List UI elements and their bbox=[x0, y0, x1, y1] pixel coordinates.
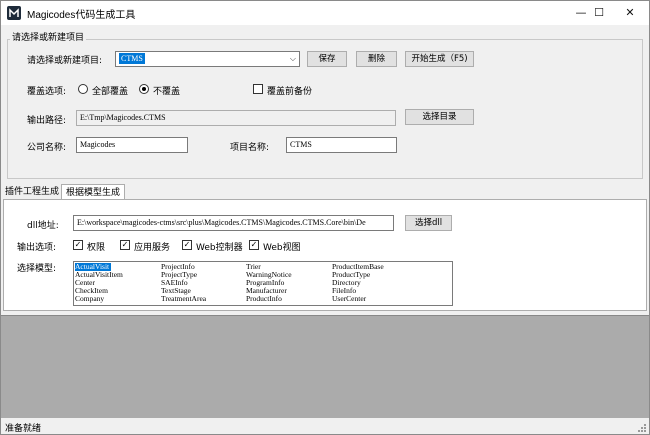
checkmark-icon: ✓ bbox=[250, 240, 258, 249]
list-item[interactable]: ProductInfo bbox=[246, 295, 282, 303]
window-title: Magicodes代码生成工具 bbox=[27, 10, 136, 21]
project-dropdown[interactable]: CTMS ⌵ bbox=[115, 51, 300, 67]
dll-path-label: dll地址: bbox=[27, 221, 59, 231]
app-service-label: 应用服务 bbox=[134, 243, 171, 253]
list-item[interactable]: Company bbox=[75, 295, 104, 303]
radio-dot-icon bbox=[142, 87, 146, 91]
company-name-field[interactable]: Magicodes bbox=[76, 137, 188, 153]
status-text: 准备就绪 bbox=[5, 424, 42, 434]
dll-path-field[interactable]: E:\workspace\magicodes-ctms\src\plus\Mag… bbox=[73, 215, 394, 231]
save-button[interactable]: 保存 bbox=[307, 51, 347, 67]
overwrite-all-radio[interactable] bbox=[78, 84, 88, 94]
permission-label: 权限 bbox=[87, 243, 106, 253]
project-label: 请选择或新建项目: bbox=[27, 56, 103, 66]
project-name-field[interactable]: CTMS bbox=[286, 137, 397, 153]
tab-model-generate[interactable]: 根据模型生成 bbox=[61, 184, 125, 200]
overwrite-label: 覆盖选项: bbox=[27, 87, 67, 97]
list-item[interactable]: UserCenter bbox=[332, 295, 366, 303]
status-bar: 准备就绪 bbox=[1, 418, 649, 434]
app-service-checkbox[interactable]: ✓ bbox=[120, 240, 130, 250]
project-selected-value: CTMS bbox=[119, 53, 145, 64]
app-window: Magicodes代码生成工具 — ☐ ✕ 请选择或新建项目 请选择或新建项目:… bbox=[0, 0, 650, 435]
app-logo-icon bbox=[7, 6, 21, 20]
overwrite-none-radio[interactable] bbox=[139, 84, 149, 94]
maximize-icon: ☐ bbox=[594, 6, 604, 19]
web-view-checkbox[interactable]: ✓ bbox=[249, 240, 259, 250]
tab-plugin-project[interactable]: 插件工程生成 bbox=[3, 184, 61, 200]
checkmark-icon: ✓ bbox=[121, 240, 129, 249]
resize-grip-icon[interactable] bbox=[637, 423, 647, 433]
output-log-area bbox=[1, 315, 649, 418]
project-name-label: 项目名称: bbox=[230, 143, 270, 153]
backup-label: 覆盖前备份 bbox=[267, 87, 313, 97]
permission-checkbox[interactable]: ✓ bbox=[73, 240, 83, 250]
delete-button[interactable]: 删除 bbox=[356, 51, 397, 67]
chevron-down-icon: ⌵ bbox=[289, 54, 296, 63]
close-icon: ✕ bbox=[625, 6, 635, 19]
overwrite-all-label: 全部覆盖 bbox=[92, 87, 129, 97]
choose-directory-button[interactable]: 选择目录 bbox=[405, 109, 474, 125]
output-path-field[interactable]: E:\Tmp\Magicodes.CTMS bbox=[76, 110, 396, 126]
select-model-label: 选择模型: bbox=[17, 264, 57, 274]
output-path-label: 输出路径: bbox=[27, 116, 67, 126]
choose-dll-button[interactable]: 选择dll bbox=[405, 215, 452, 231]
company-name-label: 公司名称: bbox=[27, 143, 67, 153]
list-item[interactable]: TreatmentArea bbox=[161, 295, 206, 303]
start-generate-button[interactable]: 开始生成（F5) bbox=[405, 51, 474, 67]
web-controller-checkbox[interactable]: ✓ bbox=[182, 240, 192, 250]
model-listbox[interactable]: ActualVisit ProjectInfo Trier ProductIte… bbox=[73, 261, 453, 306]
output-options-label: 输出选项: bbox=[17, 243, 57, 253]
web-view-label: Web视图 bbox=[263, 243, 301, 253]
checkmark-icon: ✓ bbox=[183, 240, 191, 249]
backup-checkbox[interactable] bbox=[253, 84, 263, 94]
checkmark-icon: ✓ bbox=[74, 240, 82, 249]
overwrite-none-label: 不覆盖 bbox=[153, 87, 181, 97]
project-group-title: 请选择或新建项目 bbox=[10, 30, 87, 43]
close-button[interactable]: ✕ bbox=[611, 1, 649, 25]
title-bar: Magicodes代码生成工具 — ☐ ✕ bbox=[1, 1, 649, 25]
web-controller-label: Web控制器 bbox=[196, 243, 243, 253]
